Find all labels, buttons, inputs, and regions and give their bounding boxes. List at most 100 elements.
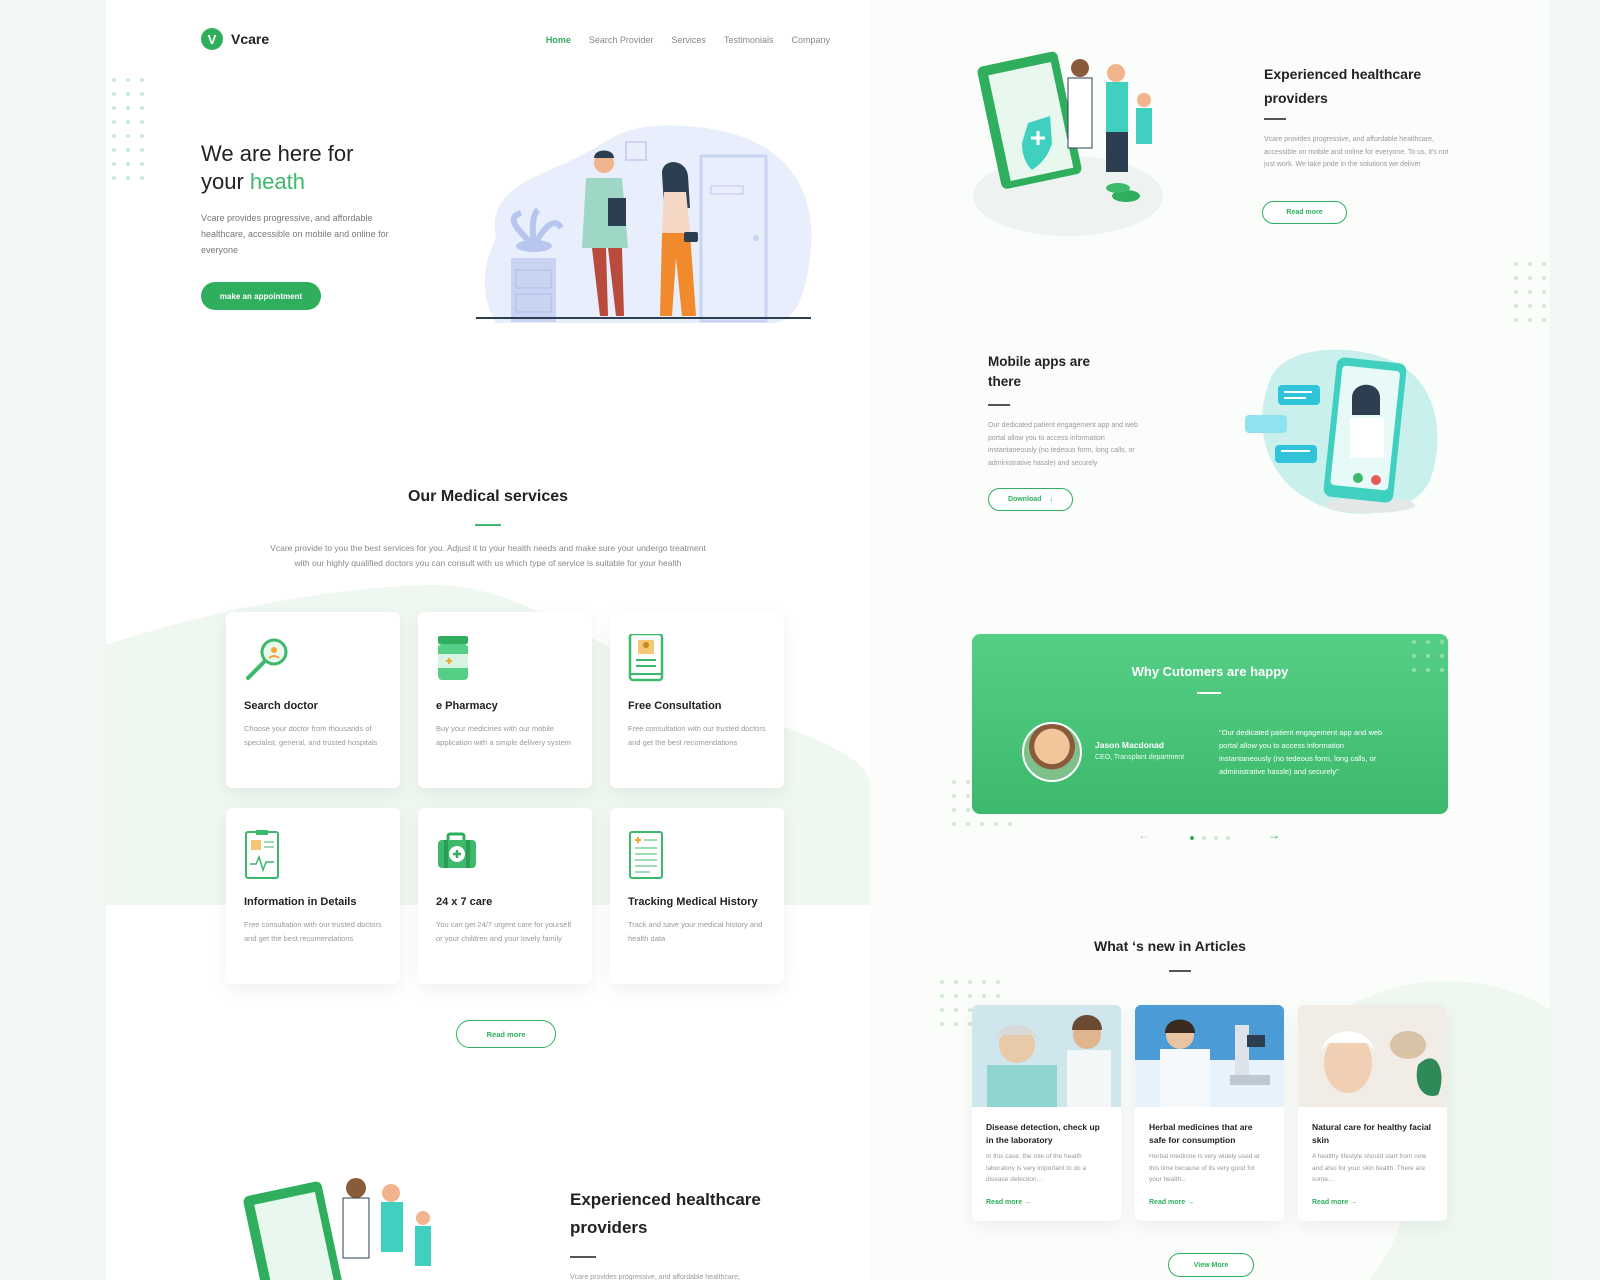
article-title: Herbal medicines that are safe for consu… [1149,1122,1253,1145]
providers-left-title: Experienced healthcare providers [570,1186,761,1242]
article-title: Natural care for healthy facial skin [1312,1122,1432,1145]
testimonial-underline [1197,692,1221,694]
services-title-underline [475,524,501,526]
service-card-information-details[interactable]: Information in Details Free consultation… [226,808,400,984]
service-card-title: Tracking Medical History [628,896,758,908]
service-card-desc: Buy your medicines with our mobile appli… [436,724,572,747]
hero-title: We are here for your heath [201,140,461,196]
providers-left-title-line1: Experienced healthcare [570,1190,761,1209]
right-page-panel: Experienced healthcare providers Vcare p… [870,0,1550,1280]
pager-dot[interactable] [1226,836,1230,840]
article-desc: A healthy lifestyle should start from no… [1312,1153,1427,1183]
article-desc: Herbal medicine is very widely used at t… [1149,1153,1260,1183]
service-card-free-consultation[interactable]: Free Consultation Free consultation with… [610,612,784,788]
providers-right-description: Vcare provides progressive, and affordab… [1264,136,1449,168]
providers-illustration-left [243,1178,431,1280]
article-read-more-link[interactable]: Read more → [986,1199,1031,1206]
pager-dot[interactable] [1202,836,1206,840]
service-card-desc: Free consultation with our trusted docto… [244,920,382,943]
make-appointment-button[interactable]: make an appointment [201,282,321,310]
service-card-desc: Free consultation with our trusted docto… [628,724,766,747]
services-description-line1: Vcare provide to you the best services f… [270,543,706,553]
clipboard-chart-icon [245,830,279,879]
service-card-title: Free Consultation [628,700,722,712]
service-card-24x7-care[interactable]: 24 x 7 care You can get 24/7 urgent care… [418,808,592,984]
service-card-search-doctor[interactable]: Search doctor Choose your doctor from th… [226,612,400,788]
providers-right-title-line1: Experienced healthcare [1264,66,1422,82]
testimonial-name: Jason Macdonad [1095,740,1164,750]
article-title: Disease detection, check up in the labor… [986,1122,1100,1145]
service-card-title: e Pharmacy [436,700,498,712]
mobile-app-illustration [1245,349,1438,514]
service-card-title: Search doctor [244,700,318,712]
decorative-dots-right-top [1514,262,1546,322]
article-image-facial-care [1298,1005,1447,1107]
magnifier-icon [246,638,288,680]
slider-prev-arrow-icon[interactable]: ← [1138,828,1150,842]
download-button[interactable]: Download ↓ [988,488,1073,511]
mobile-title-line2: there [988,374,1022,389]
service-card-desc: You can get 24/7 urgent care for yoursel… [436,920,572,943]
testimonial-title: Why Cutomers are happy [1131,664,1289,679]
services-title: Our Medical services [407,488,569,505]
service-card-title: Information in Details [244,896,357,908]
left-page-panel: V Vcare Home Search Provider Services Te… [106,0,870,1280]
consultation-tablet-icon [628,634,664,682]
nav-home[interactable]: Home [546,35,571,45]
nav-services[interactable]: Services [671,35,706,45]
download-label: Download [1008,496,1042,503]
service-card-desc: Track and save your medical history and … [628,920,763,943]
mobile-underline [988,404,1010,406]
article-image-laboratory [972,1005,1121,1107]
services-description-line2: with our highly qualified doctors you ca… [294,558,682,568]
service-card-title: 24 x 7 care [436,896,493,908]
nav-search-provider[interactable]: Search Provider [589,35,654,45]
logo[interactable]: V Vcare [201,28,269,50]
service-card-tracking-history[interactable]: Tracking Medical History Track and save … [610,808,784,984]
hero-title-line1: We are here for [201,141,354,166]
article-desc: In this case, the role of the health lab… [986,1153,1087,1183]
view-more-button[interactable]: View More [1168,1253,1254,1277]
providers-right-underline [1264,118,1286,120]
hero-title-highlight: heath [249,169,305,194]
providers-read-more-button[interactable]: Read more [1262,201,1347,224]
pager-dot[interactable] [1214,836,1218,840]
hero-illustration [476,125,812,323]
first-aid-kit-icon [438,832,476,868]
mobile-title: Mobile apps are there [988,352,1090,392]
article-image-microscope [1135,1005,1284,1107]
article-read-more-link[interactable]: Read more → [1312,1199,1357,1206]
service-card-desc: Choose your doctor from thousands of spe… [244,724,378,747]
services-description: Vcare provide to you the best services f… [238,541,738,571]
pager-dot[interactable] [1190,836,1194,840]
article-read-more-link[interactable]: Read more → [1149,1199,1194,1206]
providers-left-description: Vcare provides progressive, and affordab… [570,1274,740,1280]
logo-text: Vcare [231,31,270,47]
medical-record-icon [629,831,663,879]
services-read-more-button[interactable]: Read more [456,1020,556,1048]
providers-left-title-line2: providers [570,1218,648,1237]
service-card-e-pharmacy[interactable]: e Pharmacy Buy your medicines with our m… [418,612,592,788]
pill-bottle-icon [438,636,468,680]
article-card-facial-skin[interactable]: Natural care for healthy facial skin A h… [1298,1005,1447,1221]
nav-company[interactable]: Company [791,35,830,45]
hero-title-prefix: your [201,169,250,194]
main-nav: Home Search Provider Services Testimonia… [546,35,830,45]
providers-illustration-right [973,51,1163,236]
logo-mark: V [201,28,223,50]
avatar [1022,722,1082,782]
testimonial-quote: "Our dedicated patient engagement app an… [1219,728,1383,776]
providers-right-title-line2: providers [1264,90,1328,106]
providers-right-title: Experienced healthcare providers [1264,62,1421,110]
download-arrow-icon: ↓ [1049,496,1053,503]
article-card-herbal-medicines[interactable]: Herbal medicines that are safe for consu… [1135,1005,1284,1221]
articles-underline [1169,970,1191,972]
nav-testimonials[interactable]: Testimonials [724,35,774,45]
hero-title-line2: your heath [201,168,461,196]
testimonial-card: Why Cutomers are happy Jason Macdonad CE… [972,634,1448,814]
slider-next-arrow-icon[interactable]: → [1268,828,1280,842]
providers-left-underline [570,1256,596,1258]
article-card-disease-detection[interactable]: Disease detection, check up in the labor… [972,1005,1121,1221]
articles-title: What ‘s new in Articles [1094,938,1246,954]
mobile-title-line1: Mobile apps are [988,354,1091,369]
